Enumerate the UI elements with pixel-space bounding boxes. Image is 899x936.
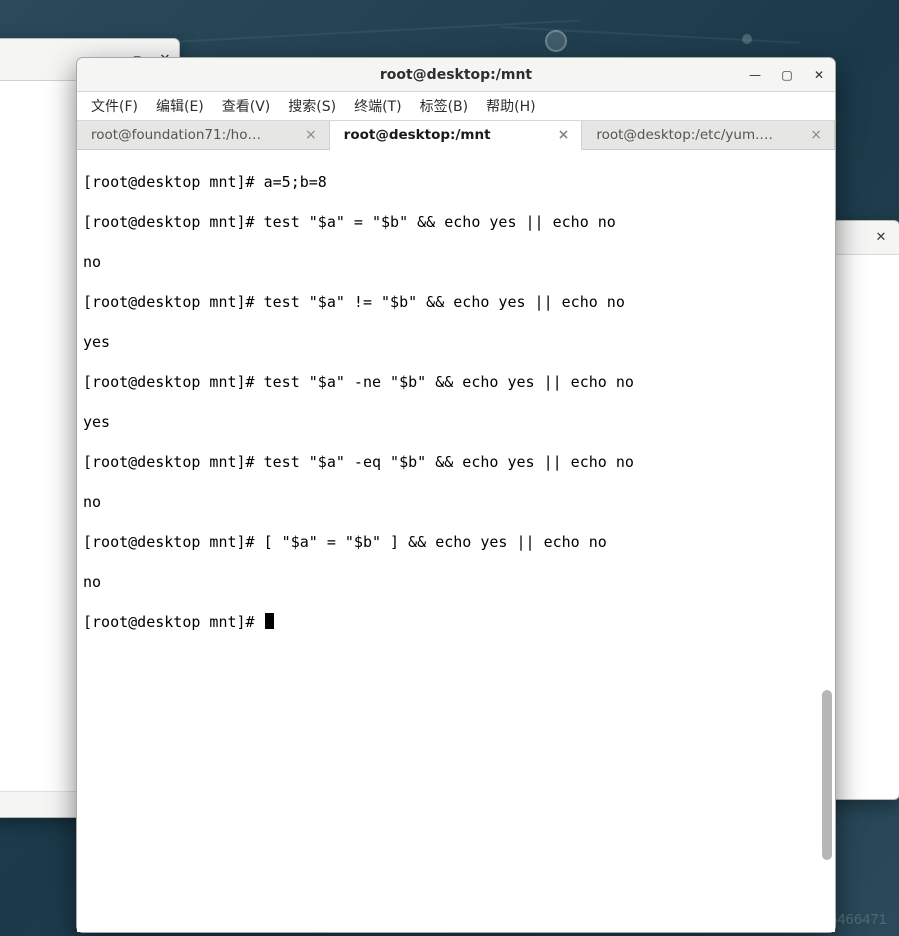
close-icon: ✕ [814,68,824,82]
terminal-line: [root@desktop mnt]# test "$a" != "$b" &&… [83,292,829,312]
terminal-line: yes [83,412,829,432]
prompt: [root@desktop mnt]# [83,613,264,631]
close-button[interactable]: ✕ [811,67,827,83]
menu-help[interactable]: 帮助(H) [478,93,543,119]
minimize-button[interactable]: — [747,67,763,83]
tab-close-icon[interactable]: × [556,127,572,143]
terminal-prompt-line: [root@desktop mnt]# [83,612,829,632]
menu-view[interactable]: 查看(V) [214,93,279,119]
tab-desktop-mnt[interactable]: root@desktop:/mnt × [330,121,583,150]
tab-close-icon[interactable]: × [808,127,824,143]
tab-close-icon[interactable]: × [303,127,319,143]
menu-search[interactable]: 搜索(S) [280,93,344,119]
terminal-line: no [83,492,829,512]
terminal-window: root@desktop:/mnt — ▢ ✕ 文件(F) 编辑(E) 查看(V… [76,57,836,933]
menu-tabs[interactable]: 标签(B) [412,93,477,119]
terminal-line: [root@desktop mnt]# [ "$a" = "$b" ] && e… [83,532,829,552]
tab-label: root@foundation71:/ho… [91,127,261,143]
window-title: root@desktop:/mnt [77,67,835,83]
tab-desktop-etc-yum[interactable]: root@desktop:/etc/yum.… × [582,121,835,149]
tab-label: root@desktop:/mnt [344,127,491,143]
scroll-thumb[interactable] [822,690,832,860]
terminal-line: no [83,252,829,272]
terminal-line: [root@desktop mnt]# test "$a" = "$b" && … [83,212,829,232]
minimize-icon: — [749,68,761,82]
wallpaper-line [180,20,580,43]
menubar: 文件(F) 编辑(E) 查看(V) 搜索(S) 终端(T) 标签(B) 帮助(H… [77,92,835,120]
wallpaper-node [742,34,752,44]
terminal-line: [root@desktop mnt]# test "$a" -eq "$b" &… [83,452,829,472]
tab-foundation71[interactable]: root@foundation71:/ho… × [77,121,330,149]
maximize-icon: ▢ [781,68,792,82]
terminal-output[interactable]: [root@desktop mnt]# a=5;b=8 [root@deskto… [77,150,835,932]
wallpaper-node [545,30,567,52]
maximize-button[interactable]: ▢ [779,67,795,83]
terminal-line: [root@desktop mnt]# a=5;b=8 [83,172,829,192]
terminal-line: yes [83,332,829,352]
terminal-line: no [83,572,829,592]
menu-edit[interactable]: 编辑(E) [148,93,212,119]
tab-label: root@desktop:/etc/yum.… [596,127,773,143]
close-icon[interactable]: ✕ [873,230,889,246]
scrollbar[interactable] [821,150,833,932]
terminal-line: [root@desktop mnt]# test "$a" -ne "$b" &… [83,372,829,392]
window-controls: — ▢ ✕ [747,58,827,91]
tabbar: root@foundation71:/ho… × root@desktop:/m… [77,120,835,150]
menu-terminal[interactable]: 终端(T) [346,93,409,119]
cursor-icon [265,613,274,629]
terminal-titlebar[interactable]: root@desktop:/mnt — ▢ ✕ [77,58,835,92]
menu-file[interactable]: 文件(F) [83,93,146,119]
